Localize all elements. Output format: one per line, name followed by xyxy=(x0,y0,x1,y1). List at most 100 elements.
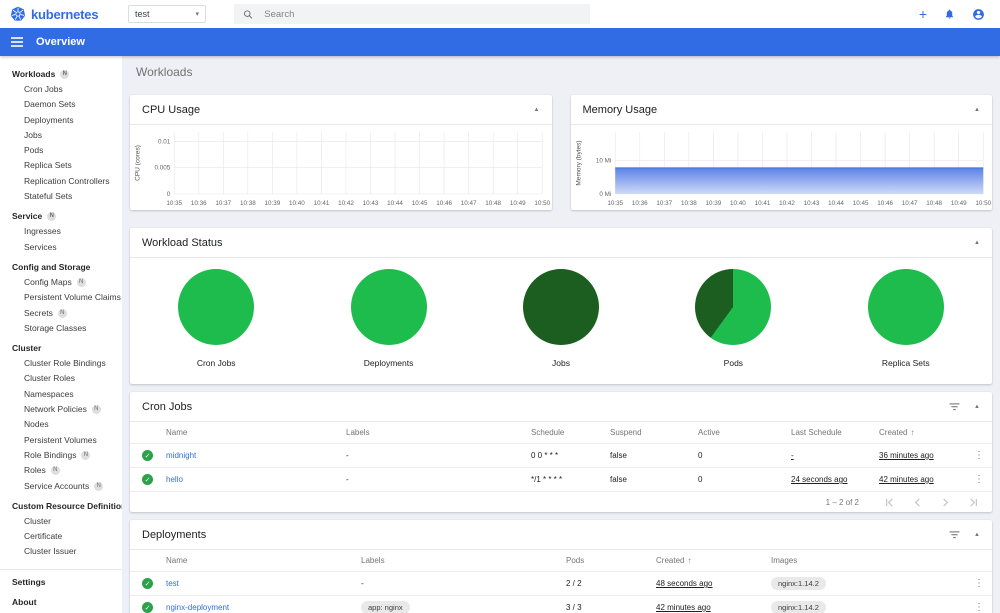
sidebar-item-replica-sets[interactable]: Replica Sets xyxy=(0,158,122,173)
previous-page-button[interactable] xyxy=(913,497,922,507)
toolbar: Overview xyxy=(0,28,1000,56)
sidebar-section-config-and-storage[interactable]: Config and Storage xyxy=(0,260,122,275)
sidebar-item-role-bindings[interactable]: Role Bindings N xyxy=(0,448,122,463)
sort-ascending-icon[interactable]: ↑ xyxy=(687,556,691,565)
search-input[interactable] xyxy=(262,7,581,21)
column-header-suspend: Suspend xyxy=(610,428,698,437)
cell-status: ✓ xyxy=(130,450,166,461)
workload-status-card: Workload Status ▲ Cron Jobs Deployments Jo… xyxy=(130,228,992,384)
sidebar-item-ingresses[interactable]: Ingresses xyxy=(0,224,122,239)
sidebar-item-service-accounts[interactable]: Service Accounts N xyxy=(0,479,122,494)
resource-name-link[interactable]: test xyxy=(166,579,179,588)
create-resource-button[interactable]: + xyxy=(919,7,927,21)
svg-text:10:48: 10:48 xyxy=(485,200,501,207)
user-account-icon[interactable] xyxy=(972,8,985,21)
new-badge: N xyxy=(94,481,104,491)
sidebar-item-persistent-volumes[interactable]: Persistent Volumes xyxy=(0,433,122,448)
sidebar-item-nodes[interactable]: Nodes xyxy=(0,417,122,432)
column-header-label: Created xyxy=(656,556,685,565)
sidebar-item-label: Service Accounts xyxy=(24,480,90,491)
hamburger-menu-icon[interactable] xyxy=(11,37,23,47)
sidebar-section-label: Custom Resource Definitions xyxy=(12,500,122,511)
deployments-title: Deployments xyxy=(142,528,207,541)
table-row: ✓ hello - */1 * * * * false 0 24 seconds ago 42… xyxy=(130,468,992,492)
sidebar-section-service[interactable]: Service N xyxy=(0,209,122,224)
sidebar-item-certificate[interactable]: Certificate xyxy=(0,529,122,544)
pie-chart xyxy=(695,269,772,345)
sidebar-item-replication-controllers[interactable]: Replication Controllers xyxy=(0,174,122,189)
search-bar[interactable] xyxy=(234,4,590,24)
sidebar-item-network-policies[interactable]: Network Policies N xyxy=(0,402,122,417)
sidebar-item-stateful-sets[interactable]: Stateful Sets xyxy=(0,189,122,204)
new-badge: N xyxy=(50,466,60,476)
sidebar-section-cluster[interactable]: Cluster xyxy=(0,341,122,356)
deployments-card: Deployments ▲ Name Labels Pods Created ↑ Imag… xyxy=(130,520,992,613)
collapse-arrow-icon[interactable]: ▲ xyxy=(974,240,980,246)
sidebar-section-label: Service xyxy=(12,211,43,222)
filter-icon[interactable] xyxy=(949,530,960,539)
svg-text:10:47: 10:47 xyxy=(901,200,917,207)
toolbar-title: Overview xyxy=(36,36,85,48)
sidebar-item-label: Daemon Sets xyxy=(24,99,76,110)
sort-ascending-icon[interactable]: ↑ xyxy=(910,428,914,437)
resource-name-link[interactable]: hello xyxy=(166,475,183,484)
column-header-label: Created xyxy=(879,428,908,437)
svg-text:10:37: 10:37 xyxy=(656,200,672,207)
sidebar-item-label: Services xyxy=(24,241,57,252)
cron-jobs-pagination: 1 – 2 of 2 xyxy=(130,492,992,512)
sidebar-item-settings[interactable]: Settings xyxy=(0,575,122,590)
collapse-arrow-icon[interactable]: ▲ xyxy=(974,404,980,410)
sidebar-item-label: About xyxy=(12,596,37,607)
resource-name-link[interactable]: nginx-deployment xyxy=(166,603,229,612)
sidebar-item-daemon-sets[interactable]: Daemon Sets xyxy=(0,97,122,112)
last-page-button[interactable] xyxy=(969,497,978,507)
sidebar-item-namespaces[interactable]: Namespaces xyxy=(0,387,122,402)
namespace-selector[interactable]: test ▾ xyxy=(128,5,206,23)
chevron-down-icon: ▾ xyxy=(195,11,199,18)
next-page-button[interactable] xyxy=(941,497,950,507)
sidebar-item-label: Role Bindings xyxy=(24,449,77,460)
row-actions-menu-icon[interactable]: ⋮ xyxy=(966,602,992,613)
sidebar-item-roles[interactable]: Roles N xyxy=(0,463,122,478)
sidebar-item-jobs[interactable]: Jobs xyxy=(0,128,122,143)
sidebar-section-custom-resource-definitions[interactable]: Custom Resource Definitions xyxy=(0,499,122,514)
workload-pie-deployments: Deployments xyxy=(350,269,427,368)
cpu-usage-chart: 10:35 10:36 10:37 10:38 10:39 10:40 10:41 10:42… xyxy=(134,132,551,207)
sidebar-item-cron-jobs[interactable]: Cron Jobs xyxy=(0,82,122,97)
new-badge: N xyxy=(57,308,67,318)
svg-text:10:39: 10:39 xyxy=(705,200,721,207)
collapse-arrow-icon[interactable]: ▲ xyxy=(534,107,540,113)
sidebar-item-deployments[interactable]: Deployments xyxy=(0,113,122,128)
collapse-arrow-icon[interactable]: ▲ xyxy=(974,532,980,538)
kubernetes-logo[interactable]: kubernetes xyxy=(0,6,120,22)
row-actions-menu-icon[interactable]: ⋮ xyxy=(966,450,992,461)
row-actions-menu-icon[interactable]: ⋮ xyxy=(966,474,992,485)
sidebar-item-secrets[interactable]: Secrets N xyxy=(0,306,122,321)
sidebar-item-cluster-issuer[interactable]: Cluster Issuer xyxy=(0,544,122,559)
sidebar-item-services[interactable]: Services xyxy=(0,240,122,255)
notifications-bell-icon[interactable] xyxy=(944,8,955,20)
sidebar-item-label: Storage Classes xyxy=(24,322,87,333)
svg-text:0.005: 0.005 xyxy=(154,165,170,172)
workload-pie-replica-sets: Replica Sets xyxy=(867,269,944,368)
column-header-label: Name xyxy=(166,428,188,437)
sidebar-item-config-maps[interactable]: Config Maps N xyxy=(0,275,122,290)
cell-name: test xyxy=(166,579,361,588)
sidebar-item-about[interactable]: About xyxy=(0,595,122,610)
row-actions-menu-icon[interactable]: ⋮ xyxy=(966,578,992,589)
cell-name: midnight xyxy=(166,451,346,460)
sidebar-item-persistent-volume-claims[interactable]: Persistent Volume ClaimsN xyxy=(0,290,122,305)
cell-status: ✓ xyxy=(130,474,166,485)
resource-name-link[interactable]: midnight xyxy=(166,451,196,460)
timestamp-value: 48 seconds ago xyxy=(656,579,713,588)
filter-icon[interactable] xyxy=(949,402,960,411)
collapse-arrow-icon[interactable]: ▲ xyxy=(974,107,980,113)
sidebar-item-cluster[interactable]: Cluster xyxy=(0,514,122,529)
sidebar-item-pods[interactable]: Pods xyxy=(0,143,122,158)
first-page-button[interactable] xyxy=(885,497,894,507)
sidebar-section-workloads[interactable]: Workloads N xyxy=(0,67,122,82)
sidebar-item-storage-classes[interactable]: Storage Classes xyxy=(0,321,122,336)
sidebar-item-cluster-roles[interactable]: Cluster Roles xyxy=(0,371,122,386)
sidebar-item-cluster-role-bindings[interactable]: Cluster Role Bindings xyxy=(0,356,122,371)
svg-text:10:44: 10:44 xyxy=(828,200,844,207)
